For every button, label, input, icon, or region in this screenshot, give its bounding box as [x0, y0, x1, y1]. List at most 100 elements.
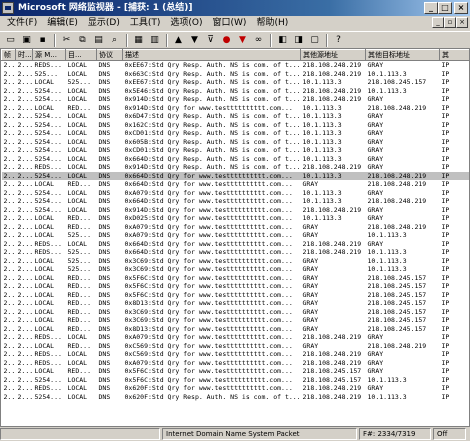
col-dst-other[interactable]: 其他目标地址	[365, 49, 440, 61]
window-title: Microsoft 网络监视器 - [捕获: 1 (总结)]	[18, 3, 193, 13]
table-row[interactable]: 2...2...5254...LOCALDNS0x914D:Std Qry fo…	[2, 206, 470, 215]
table-cell: 2...	[17, 129, 33, 137]
table-row[interactable]: 2...2...5254...LOCALDNS0x664D:Std Qry fo…	[1, 171, 469, 180]
favorite-icon[interactable]: ▼	[235, 33, 250, 47]
table-row[interactable]: 2...2...REDS...LOCALDNS0xA079:Std Qry fo…	[2, 333, 470, 342]
table-row[interactable]: 2...2...LOCALRED...DNS0x8D13:Std Qry for…	[2, 325, 470, 334]
table-row[interactable]: 2...2...LOCALRED...DNS0x5F6C:Std Qry for…	[2, 282, 470, 291]
table-row[interactable]: 2...2...REDS...LOCALDNS0xC569:Std Qry fo…	[2, 350, 470, 359]
table-row[interactable]: 2...2...LOCALRED...DNS0x5F6C:Std Qry for…	[2, 367, 470, 376]
table-cell: IP	[441, 214, 450, 222]
table-cell: 2...	[17, 333, 33, 341]
table-cell: 0x3C69:Std Qry for www.testttttttttt.com…	[124, 316, 293, 324]
open-icon[interactable]: ▣	[19, 33, 34, 47]
menu-options[interactable]: 选项(O)	[165, 16, 207, 30]
frame-summary-table[interactable]: 帧 时... 源 M... 目... 协议 描述 其他源地址 其他目标地址 其 …	[0, 48, 470, 427]
edit-icon[interactable]: ▥	[147, 33, 162, 47]
mdi-close-button[interactable]: ×	[456, 17, 468, 28]
col-other[interactable]: 其	[439, 49, 469, 61]
table-cell: 10.1.113.3	[302, 120, 342, 129]
table-row[interactable]: 2...2...5254...LOCALDNS0xCD01:Std Qry Re…	[2, 146, 470, 155]
minimize-button[interactable]: _	[424, 2, 438, 14]
table-row[interactable]: 2...2...LOCAL525...DNS0xA079:Std Qry for…	[2, 231, 470, 240]
table-cell: 2...	[17, 299, 33, 307]
table-row[interactable]: 2...2...LOCALRED...DNS0xD025:Std Qry for…	[2, 214, 470, 223]
table-cell: 2...	[3, 290, 16, 299]
status-right: Off	[433, 428, 466, 440]
table-row[interactable]: 2...2...LOCALRED...DNS0x3C69:Std Qry for…	[2, 308, 470, 317]
table-row[interactable]: 2...2...REDS...LOCALDNS0x620F:Std Qry fo…	[2, 384, 470, 393]
table-row[interactable]: 2...2...LOCAL525...DNS0x3C69:Std Qry for…	[2, 265, 470, 274]
table-row[interactable]: 2...2...5254...LOCALDNS0xA079:Std Qry fo…	[2, 189, 470, 198]
binoculars-icon[interactable]: ∞	[251, 33, 266, 47]
col-src-mac[interactable]: 源 M...	[32, 49, 66, 61]
table-row[interactable]: 2...2...525...LOCALDNS0x663C:Std Qry Res…	[2, 70, 470, 79]
table-cell: 2...	[3, 112, 16, 120]
help-icon[interactable]: ?	[331, 33, 346, 47]
table-row[interactable]: 2...2...LOCALRED...DNS0x664D:Std Qry for…	[2, 180, 470, 189]
prev-icon[interactable]: ◧	[275, 33, 290, 47]
cut-icon[interactable]: ✂	[59, 33, 74, 47]
table-cell: LOCAL	[67, 392, 88, 401]
table-row[interactable]: 2...2...LOCALRED...DNS0x5F6C:Std Qry for…	[2, 291, 470, 300]
close-button[interactable]: ×	[454, 2, 468, 14]
table-row[interactable]: 2...2...5254...LOCALDNS0x914D:Std Qry Re…	[2, 95, 470, 104]
mdi-minimize-button[interactable]: _	[432, 17, 444, 28]
table-row[interactable]: 2...2...LOCALRED...DNS0x8D13:Std Qry for…	[2, 299, 470, 308]
edit-filter-icon[interactable]: ▦	[131, 33, 146, 47]
table-row[interactable]: 2...2...5254...LOCALDNS0x664D:Std Qry Re…	[2, 155, 470, 164]
table-cell: GRAY	[367, 333, 384, 341]
find-icon[interactable]: ⌕	[107, 33, 122, 47]
table-row[interactable]: 2...2...5254...LOCALDNS0x162C:Std Qry Re…	[2, 121, 470, 130]
col-dst-mac[interactable]: 目...	[65, 49, 97, 61]
table-cell: 2...	[3, 188, 16, 197]
menu-edit[interactable]: 编辑(E)	[42, 16, 83, 30]
col-protocol[interactable]: 协议	[96, 49, 123, 61]
table-row[interactable]: 2...2...REDS...LOCALDNS0x664D:Std Qry fo…	[2, 240, 470, 249]
down-icon[interactable]: ▼	[187, 33, 202, 47]
menu-display[interactable]: 显示(D)	[83, 16, 125, 30]
menu-help[interactable]: 帮助(H)	[251, 16, 293, 30]
stop-icon[interactable]: ●	[219, 33, 234, 47]
col-time[interactable]: 时...	[15, 49, 33, 61]
table-row[interactable]: 2...2...REDS...525...DNS0x664D:Std Qry f…	[2, 248, 470, 257]
col-description[interactable]: 描述	[122, 49, 301, 61]
table-row[interactable]: 2...2...LOCALRED...DNS0x3C69:Std Qry for…	[2, 316, 470, 325]
copy-icon[interactable]: ⧉	[75, 33, 90, 47]
new-icon[interactable]: ▭	[3, 33, 18, 47]
table-cell: 525...	[34, 69, 58, 78]
table-cell: GRAY	[367, 120, 384, 129]
col-frame[interactable]: 帧	[1, 49, 16, 61]
filter-icon[interactable]: ⊽	[203, 33, 218, 47]
table-row[interactable]: 2...2...REDS...LOCALDNS0xEE67:Std Qry Re…	[2, 61, 470, 70]
next-icon[interactable]: ◨	[291, 33, 306, 47]
table-row[interactable]: 2...2...5254...LOCALDNS0x664D:Std Qry fo…	[2, 197, 470, 206]
maximize-button[interactable]: □	[438, 2, 452, 14]
save-icon[interactable]: ▪	[35, 33, 50, 47]
table-row[interactable]: 2...2...5254...LOCALDNS0x605B:Std Qry Re…	[2, 138, 470, 147]
table-cell: 525...	[67, 231, 91, 239]
menu-tools[interactable]: 工具(T)	[125, 16, 166, 30]
menu-file[interactable]: 文件(F)	[2, 16, 42, 30]
table-row[interactable]: 2...2...LOCALRED...DNS0x914D:Std Qry for…	[2, 104, 470, 113]
table-row[interactable]: 2...2...5254...LOCALDNS0x6D47:Std Qry Re…	[2, 112, 470, 121]
col-src-other[interactable]: 其他源地址	[300, 49, 366, 61]
table-row[interactable]: 2...2...5254...LOCALDNS0x5E46:Std Qry Re…	[2, 87, 470, 96]
table-row[interactable]: 2...2...REDS...LOCALDNS0xA079:Std Qry fo…	[2, 359, 470, 368]
table-row[interactable]: 2...2...5254...LOCALDNS0xCD01:Std Qry Re…	[2, 129, 470, 138]
table-row[interactable]: 2...2...REDS...LOCALDNS0x914D:Std Qry Re…	[2, 163, 470, 172]
table-row[interactable]: 2...2...5254...LOCALDNS0x5F6C:Std Qry fo…	[2, 376, 470, 385]
table-cell: REDS...	[34, 333, 62, 341]
table-row[interactable]: 2...2...5254...LOCALDNS0x620F:Std Qry Re…	[2, 393, 470, 402]
table-row[interactable]: 2...2...LOCALRED...DNS0xC569:Std Qry for…	[2, 342, 470, 351]
table-row[interactable]: 2...2...LOCALRED...DNS0x5F6C:Std Qry for…	[2, 274, 470, 283]
menu-window[interactable]: 窗口(W)	[208, 16, 252, 30]
table-row[interactable]: 2...2...LOCALRED...DNS0xA079:Std Qry for…	[2, 223, 470, 232]
window-icon[interactable]: ▢	[307, 33, 322, 47]
up-icon[interactable]: ▲	[171, 33, 186, 47]
table-row[interactable]: 2...2...LOCAL525...DNS0xEE67:Std Qry Res…	[2, 78, 470, 87]
paste-icon[interactable]: ▤	[91, 33, 106, 47]
mdi-restore-button[interactable]: ▫	[444, 17, 456, 28]
table-header: 帧 时... 源 M... 目... 协议 描述 其他源地址 其他目标地址 其	[1, 49, 469, 61]
table-row[interactable]: 2...2...LOCAL525...DNS0x3C69:Std Qry for…	[2, 257, 470, 266]
